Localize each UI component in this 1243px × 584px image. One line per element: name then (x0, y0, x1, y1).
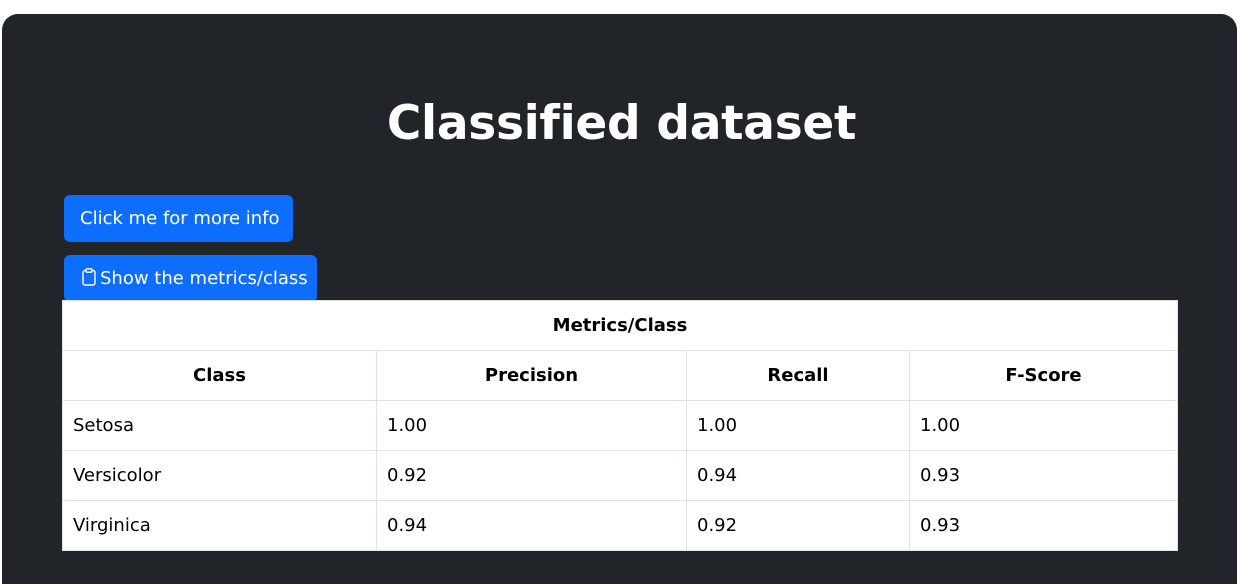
table-row: Virginica 0.94 0.92 0.93 (62, 500, 1178, 551)
class-cell: Virginica (62, 500, 377, 551)
table-row: Setosa 1.00 1.00 1.00 (62, 400, 1178, 451)
clipboard-icon (82, 267, 96, 286)
more-info-button-label: Click me for more info (80, 208, 280, 229)
column-header-precision: Precision (376, 350, 687, 401)
table-row: Versicolor 0.92 0.94 0.93 (62, 450, 1178, 501)
recall-cell: 0.92 (686, 500, 910, 551)
table-caption-row: Metrics/Class (62, 300, 1178, 351)
precision-cell: 0.94 (376, 500, 687, 551)
class-cell: Versicolor (62, 450, 377, 501)
f-score-cell: 0.93 (909, 450, 1178, 501)
table-header-row: Class Precision Recall F-Score (62, 350, 1178, 401)
more-info-button[interactable]: Click me for more info (64, 195, 293, 242)
metrics-table: Metrics/Class Class Precision Recall F-S… (62, 300, 1178, 551)
recall-cell: 1.00 (686, 400, 910, 451)
f-score-cell: 1.00 (909, 400, 1178, 451)
f-score-cell: 0.93 (909, 500, 1178, 551)
table-caption: Metrics/Class (62, 300, 1178, 351)
show-metrics-button[interactable]: Show the metrics/class (64, 255, 317, 302)
show-metrics-button-label: Show the metrics/class (100, 268, 308, 289)
precision-cell: 1.00 (376, 400, 687, 451)
page-title: Classified dataset (386, 96, 857, 151)
column-header-recall: Recall (686, 350, 910, 401)
precision-cell: 0.92 (376, 450, 687, 501)
class-cell: Setosa (62, 400, 377, 451)
column-header-class: Class (62, 350, 377, 401)
recall-cell: 0.94 (686, 450, 910, 501)
column-header-f-score: F-Score (909, 350, 1178, 401)
